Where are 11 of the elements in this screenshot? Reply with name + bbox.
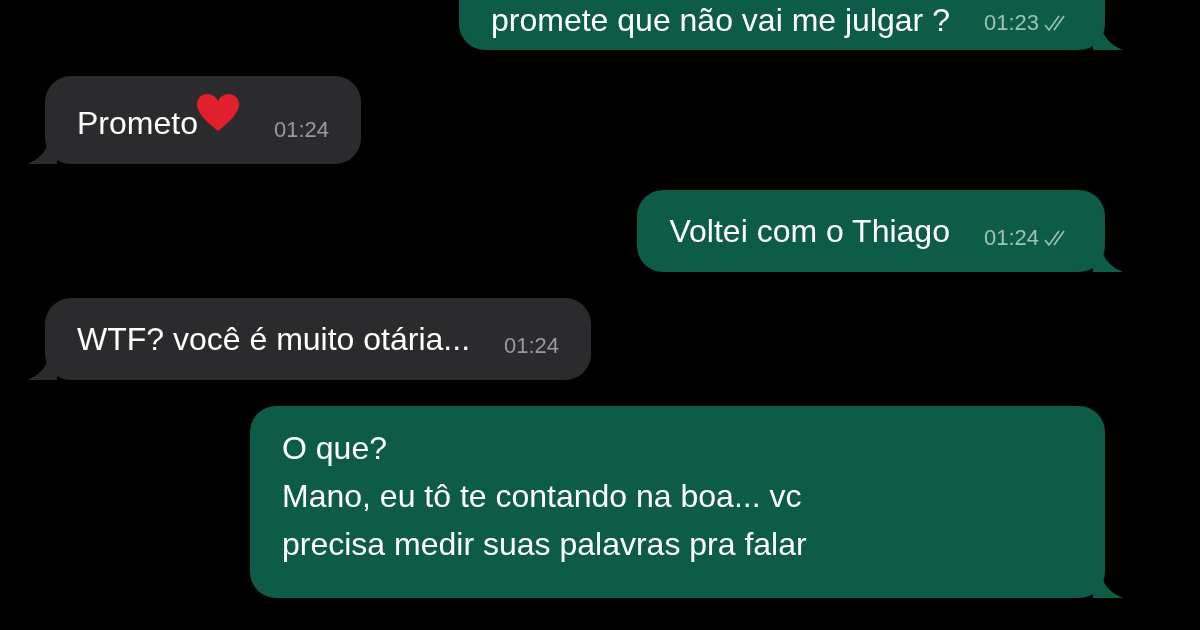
message-text: Mano, eu tô te contando na boa... vc <box>282 477 803 516</box>
message-time: 01:24 <box>504 332 560 360</box>
message-text: Prometo <box>77 104 198 143</box>
message-text: O que? <box>282 429 388 468</box>
message-time: 01:23 <box>983 9 1039 37</box>
message-text: precisa medir suas palavras pra falar <box>282 525 808 564</box>
message-text: Voltei com o Thiago <box>669 212 950 251</box>
message-time: 01:24 <box>273 116 329 144</box>
message-time: 01:24 <box>983 224 1039 252</box>
message-text: WTF? você é muito otária... <box>77 320 470 359</box>
message-text: promete que não vai me julgar ? <box>491 1 950 40</box>
